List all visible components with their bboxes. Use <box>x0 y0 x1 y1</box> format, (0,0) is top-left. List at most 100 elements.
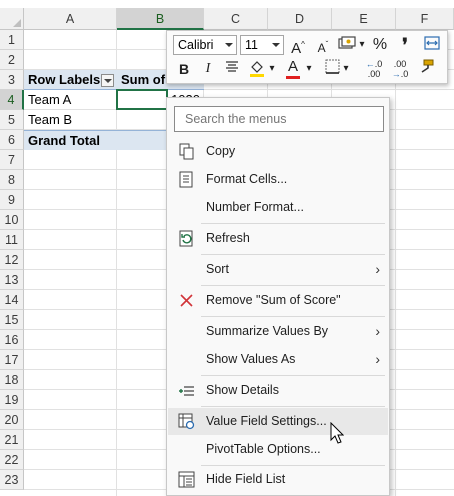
increase-decimal-arrow-icon: ← <box>365 59 375 69</box>
menu-item-pivottable-options[interactable]: PivotTable Options... <box>168 436 388 463</box>
row-header[interactable]: 21 <box>0 430 24 450</box>
row-header[interactable]: 19 <box>0 390 24 410</box>
align-center-button[interactable] <box>223 59 241 79</box>
context-menu: Copy Format Cells... Number Format... Re… <box>166 97 390 496</box>
refresh-icon <box>179 230 193 247</box>
percent-style-button[interactable]: % <box>371 35 389 55</box>
row-header[interactable]: 2 <box>0 50 24 70</box>
row-labels-text: Row Labels <box>28 72 101 87</box>
row-labels-filter-button[interactable] <box>101 74 114 87</box>
caret-down-icon: ˇ <box>325 40 329 49</box>
menu-separator <box>201 285 385 286</box>
borders-icon <box>325 59 339 74</box>
decrease-decimal-arrow-icon: → <box>391 69 401 79</box>
chevron-right-icon: › <box>375 261 380 277</box>
increase-decimal-button[interactable]: ←.0.00 <box>363 59 385 79</box>
pivot-item-team-b[interactable]: Team B <box>24 110 117 130</box>
accounting-format-button[interactable] <box>337 35 357 55</box>
row-header[interactable]: 5 <box>0 110 24 130</box>
menu-item-label: Number Format... <box>206 200 304 214</box>
menu-item-value-field-settings[interactable]: Value Field Settings... <box>168 408 388 435</box>
column-header-c[interactable]: C <box>204 8 268 30</box>
row-header[interactable]: 11 <box>0 230 24 250</box>
mouse-pointer-icon <box>330 422 344 444</box>
decrease-decimal-zeros: .0 <box>400 69 409 79</box>
bold-button[interactable]: B <box>175 59 193 79</box>
font-color-chevron-down-icon[interactable]: ▾ <box>305 59 313 79</box>
column-header-d[interactable]: D <box>268 8 332 30</box>
row-header[interactable]: 12 <box>0 250 24 270</box>
row-header[interactable]: 9 <box>0 190 24 210</box>
format-painter-button[interactable] <box>417 59 435 79</box>
row-header[interactable]: 18 <box>0 370 24 390</box>
menu-item-number-format[interactable]: Number Format... <box>168 194 388 221</box>
decrease-decimal-button[interactable]: .00 →.0 <box>389 59 411 79</box>
pivot-item-team-a[interactable]: Team A <box>24 90 117 110</box>
chevron-right-icon: › <box>375 351 380 367</box>
menu-item-sort[interactable]: Sort › <box>168 256 388 283</box>
chevron-down-icon <box>225 43 233 47</box>
menu-item-remove-field[interactable]: Remove "Sum of Score" <box>168 287 388 314</box>
fill-color-chevron-down-icon[interactable]: ▾ <box>268 59 276 79</box>
row-header[interactable]: 15 <box>0 310 24 330</box>
row-header[interactable]: 14 <box>0 290 24 310</box>
font-color-button[interactable]: A <box>283 57 303 79</box>
row-header[interactable]: 20 <box>0 410 24 430</box>
menu-item-label: Show Values As <box>206 352 296 366</box>
decrease-font-size-button[interactable]: Aˇ <box>312 35 334 55</box>
column-header-b[interactable]: B <box>117 8 204 30</box>
pivot-grand-total-label[interactable]: Grand Total <box>24 130 117 150</box>
menu-item-copy[interactable]: Copy <box>168 138 388 165</box>
borders-button[interactable] <box>323 59 341 79</box>
italic-button[interactable]: I <box>199 59 217 79</box>
increase-font-size-button[interactable]: A^ <box>287 35 309 57</box>
caret-up-icon: ^ <box>301 40 305 49</box>
increase-decimal-text: .0 <box>374 59 383 69</box>
gridline <box>395 30 396 496</box>
row-header[interactable]: 17 <box>0 350 24 370</box>
menu-item-label: Copy <box>206 144 236 158</box>
column-header-a[interactable]: A <box>24 8 117 30</box>
menu-item-refresh[interactable]: Refresh <box>168 225 388 252</box>
copy-icon <box>179 143 194 160</box>
align-center-icon <box>226 61 238 72</box>
menu-separator <box>201 406 385 407</box>
row-header[interactable]: 4 <box>0 90 24 110</box>
menu-item-label: PivotTable Options... <box>206 442 321 456</box>
row-header[interactable]: 10 <box>0 210 24 230</box>
row-header[interactable]: 23 <box>0 470 24 490</box>
row-header[interactable]: 7 <box>0 150 24 170</box>
column-header-f[interactable]: F <box>396 8 454 30</box>
value-field-settings-icon <box>178 413 195 430</box>
row-header[interactable]: 16 <box>0 330 24 350</box>
row-header[interactable]: 8 <box>0 170 24 190</box>
menu-item-summarize-values-by[interactable]: Summarize Values By › <box>168 318 388 345</box>
menu-item-hide-field-list[interactable]: Hide Field List <box>168 466 388 493</box>
fill-color-button[interactable] <box>247 59 267 79</box>
mini-toolbar: Calibri 11 A^ Aˇ ▾ % ❜ B I ▾ A ▾ ▾ ←.0.0… <box>166 30 448 84</box>
accounting-dropdown-chevron-down-icon[interactable]: ▾ <box>358 35 366 55</box>
field-list-icon <box>178 471 195 488</box>
font-name-combo[interactable]: Calibri <box>173 35 237 55</box>
menu-item-show-values-as[interactable]: Show Values As › <box>168 346 388 373</box>
column-header-e[interactable]: E <box>332 8 396 30</box>
font-size-value: 11 <box>245 38 258 52</box>
row-header[interactable]: 13 <box>0 270 24 290</box>
merge-center-button[interactable] <box>423 35 441 55</box>
borders-chevron-down-icon[interactable]: ▾ <box>342 59 350 79</box>
row-header[interactable]: 22 <box>0 450 24 470</box>
font-size-combo[interactable]: 11 <box>240 35 284 55</box>
font-color-swatch <box>286 76 300 79</box>
show-details-icon <box>179 386 194 396</box>
comma-style-button[interactable]: ❜ <box>397 35 413 55</box>
menu-item-show-details[interactable]: Show Details <box>168 377 388 404</box>
menu-search-input[interactable] <box>174 106 384 132</box>
menu-item-label: Remove "Sum of Score" <box>206 293 341 307</box>
menu-item-format-cells[interactable]: Format Cells... <box>168 166 388 193</box>
menu-item-label: Hide Field List <box>206 472 286 486</box>
select-all-corner[interactable] <box>0 8 24 30</box>
row-header[interactable]: 3 <box>0 70 24 90</box>
row-header[interactable]: 6 <box>0 130 24 150</box>
row-header[interactable]: 1 <box>0 30 24 50</box>
menu-separator <box>201 316 385 317</box>
